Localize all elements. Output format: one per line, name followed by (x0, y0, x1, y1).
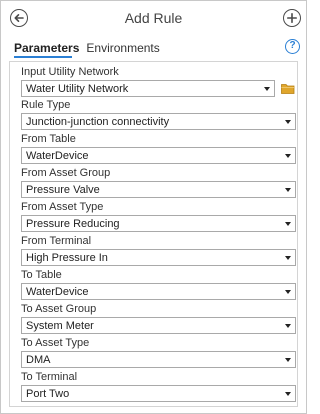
tab-bar: Parameters Environments (14, 39, 167, 59)
from-table-dropdown[interactable]: WaterDevice (21, 147, 296, 164)
to-terminal-value: Port Two (26, 388, 70, 400)
chevron-down-icon (264, 87, 270, 91)
to-asset-type-value: DMA (26, 354, 51, 366)
from-table-label: From Table (21, 133, 76, 145)
tab-parameters[interactable]: Parameters (14, 41, 79, 55)
to-terminal-dropdown[interactable]: Port Two (21, 385, 296, 402)
to-asset-type-label: To Asset Type (21, 337, 90, 349)
chevron-down-icon (285, 256, 291, 260)
from-asset-type-label: From Asset Type (21, 201, 104, 213)
chevron-down-icon (285, 324, 291, 328)
from-terminal-value: High Pressure In (26, 252, 108, 264)
to-asset-group-value: System Meter (26, 320, 94, 332)
from-terminal-label: From Terminal (21, 235, 92, 247)
from-asset-group-label: From Asset Group (21, 167, 111, 179)
chevron-down-icon (285, 222, 291, 226)
page-title: Add Rule (124, 10, 183, 26)
input-utility-network-label: Input Utility Network (21, 66, 119, 78)
rule-type-dropdown[interactable]: Junction-junction connectivity (21, 113, 296, 130)
to-asset-type-dropdown[interactable]: DMA (21, 351, 296, 368)
to-asset-group-dropdown[interactable]: System Meter (21, 317, 296, 334)
parameters-panel: Input Utility Network Water Utility Netw… (9, 61, 298, 407)
geoprocessing-pane: Add Rule Parameters Environments ? Input … (0, 0, 307, 414)
to-terminal-label: To Terminal (21, 371, 78, 383)
tab-environments[interactable]: Environments (86, 41, 159, 55)
from-asset-group-dropdown[interactable]: Pressure Valve (21, 181, 296, 198)
chevron-down-icon (285, 392, 291, 396)
add-button[interactable] (283, 9, 301, 27)
pane-header: Add Rule (1, 1, 306, 35)
input-utility-network-value: Water Utility Network (26, 83, 129, 95)
help-icon[interactable]: ? (285, 39, 300, 54)
rule-type-value: Junction-junction connectivity (26, 116, 170, 128)
input-utility-network-dropdown[interactable]: Water Utility Network (21, 80, 275, 97)
chevron-down-icon (285, 290, 291, 294)
from-terminal-dropdown[interactable]: High Pressure In (21, 249, 296, 266)
plus-icon (287, 13, 297, 23)
from-table-value: WaterDevice (26, 150, 89, 162)
chevron-down-icon (285, 154, 291, 158)
rule-type-label: Rule Type (21, 99, 71, 111)
active-tab-indicator (14, 56, 72, 58)
chevron-down-icon (285, 188, 291, 192)
to-table-value: WaterDevice (26, 286, 89, 298)
to-asset-group-label: To Asset Group (21, 303, 97, 315)
folder-icon[interactable] (281, 83, 295, 94)
from-asset-group-value: Pressure Valve (26, 184, 100, 196)
chevron-down-icon (285, 358, 291, 362)
chevron-down-icon (285, 120, 291, 124)
to-table-dropdown[interactable]: WaterDevice (21, 283, 296, 300)
from-asset-type-dropdown[interactable]: Pressure Reducing (21, 215, 296, 232)
to-table-label: To Table (21, 269, 62, 281)
from-asset-type-value: Pressure Reducing (26, 218, 120, 230)
